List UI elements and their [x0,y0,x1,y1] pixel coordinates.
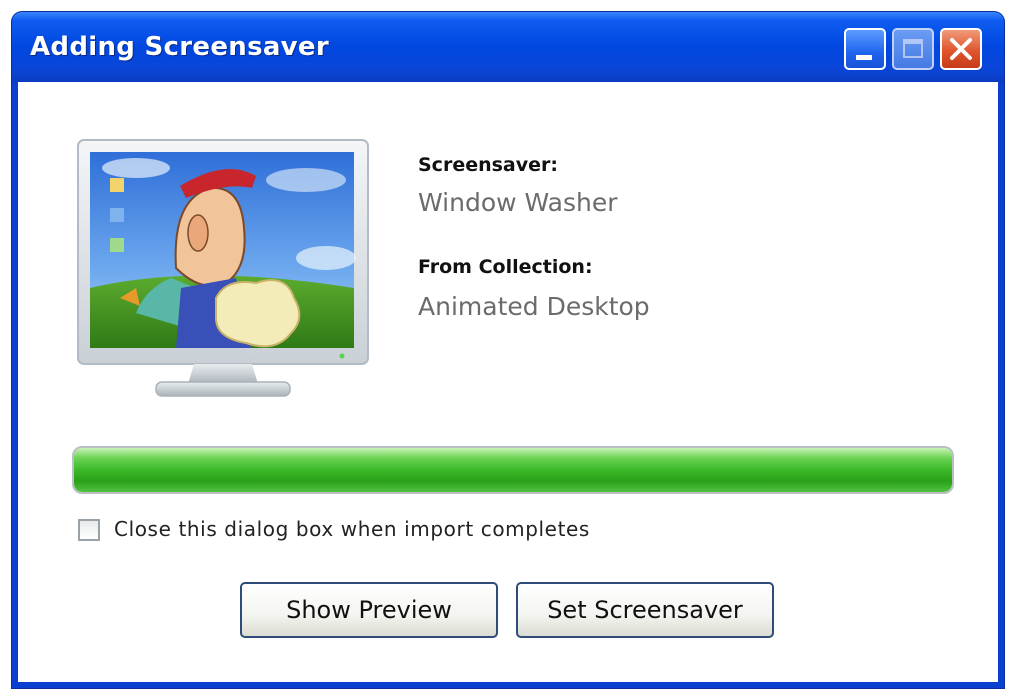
screensaver-preview-image [77,139,369,397]
set-screensaver-button[interactable]: Set Screensaver [516,582,774,638]
title-bar[interactable]: Adding Screensaver [12,12,1004,82]
screensaver-label: Screensaver: [418,154,558,176]
dialog-body: Screensaver: Window Washer From Collecti… [18,82,998,682]
show-preview-button[interactable]: Show Preview [240,582,498,638]
progress-fill [74,448,952,492]
minimize-icon [856,55,872,60]
close-on-complete-checkbox[interactable] [78,519,100,541]
close-icon [950,38,972,60]
dialog-window: Adding Screensaver Screensaver: Window W… [12,12,1004,688]
screensaver-name: Window Washer [418,188,618,217]
collection-name: Animated Desktop [418,292,650,321]
collection-label: From Collection: [418,256,593,278]
close-button[interactable] [940,28,982,70]
minimize-button[interactable] [844,28,886,70]
maximize-icon [903,39,923,58]
window-title: Adding Screensaver [30,32,329,62]
maximize-button[interactable] [892,28,934,70]
import-progress-bar [72,446,954,494]
close-on-complete-label[interactable]: Close this dialog box when import comple… [114,517,590,541]
